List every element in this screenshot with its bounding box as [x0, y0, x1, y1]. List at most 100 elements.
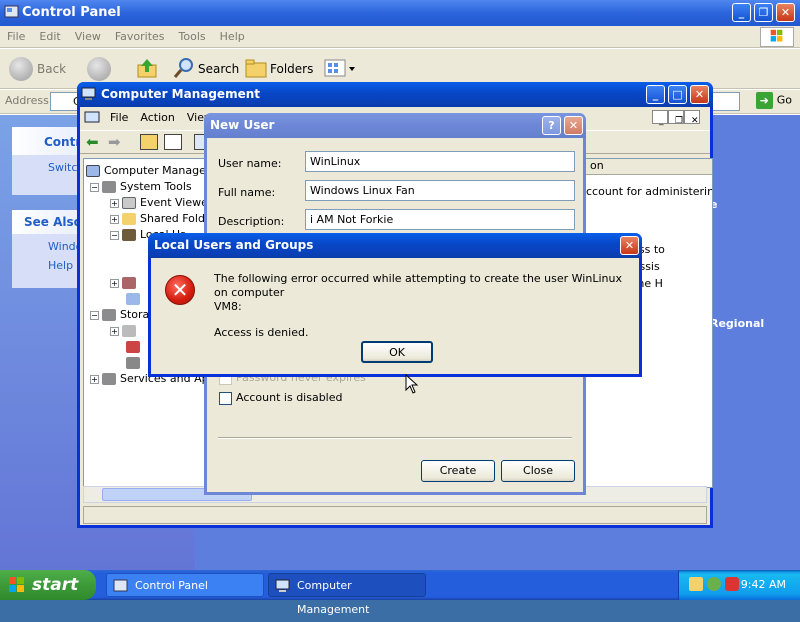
list-row[interactable]: ccount for administering th: [586, 185, 712, 198]
new-user-title: New User: [210, 118, 275, 132]
menu-help[interactable]: Help: [213, 26, 252, 47]
tree-shared-folders[interactable]: + Shared Folde: [110, 212, 208, 225]
description-input[interactable]: i AM Not Forkie: [305, 209, 575, 230]
forward-icon[interactable]: ➡: [108, 133, 121, 151]
new-user-titlebar[interactable]: New User ? ✕: [204, 113, 586, 138]
cm-menu-icon: [84, 111, 100, 123]
collapse-icon[interactable]: −: [90, 310, 99, 320]
tree-storage-label: Stora: [120, 308, 150, 321]
cm-mdi-controls[interactable]: _ ❐ ✕: [652, 110, 706, 126]
tree-device-manager[interactable]: [126, 292, 144, 305]
cm-menu-action[interactable]: Action: [134, 107, 180, 128]
fullname-input[interactable]: Windows Linux Fan: [305, 180, 575, 201]
restore-button[interactable]: ❐: [754, 3, 773, 22]
folders-button[interactable]: Folders: [270, 57, 313, 81]
account-disabled-checkbox[interactable]: Account is disabled: [219, 391, 343, 405]
folders-icon: [245, 59, 267, 78]
error-message-line3: Access is denied.: [214, 326, 309, 339]
views-icon[interactable]: [324, 59, 356, 79]
control-panel-task-icon: [113, 579, 128, 592]
menu-favorites[interactable]: Favorites: [108, 26, 172, 47]
taskbar-item-control-panel[interactable]: Control Panel: [106, 573, 264, 597]
taskbar-item-computer-management[interactable]: Computer Management: [268, 573, 426, 616]
mdi-close-icon[interactable]: ✕: [684, 110, 700, 126]
clock[interactable]: 9:42 AM: [741, 578, 786, 591]
cm-menu-file[interactable]: File: [104, 107, 134, 128]
computer-icon: [86, 165, 100, 177]
search-icon: [173, 58, 193, 78]
mdi-minimize-icon[interactable]: _: [652, 110, 668, 126]
separator: [218, 437, 572, 439]
tree-root-label: Computer Manageme: [104, 164, 207, 177]
tray-security-shield-icon[interactable]: [725, 577, 739, 591]
create-button[interactable]: Create: [421, 460, 495, 482]
tree-performance[interactable]: +: [110, 276, 140, 289]
account-disabled-label: Account is disabled: [236, 391, 343, 404]
menu-view[interactable]: View: [68, 26, 108, 47]
windows-flag-icon: [9, 577, 24, 592]
tree-defragmenter[interactable]: [126, 340, 144, 353]
help-button[interactable]: ?: [542, 116, 561, 135]
expand-icon[interactable]: +: [110, 198, 119, 208]
regional-item-label[interactable]: Regional: [710, 317, 764, 330]
up-one-level-icon[interactable]: [140, 134, 158, 150]
tree-event-viewer[interactable]: + Event Viewe: [110, 196, 207, 209]
tray-update-icon[interactable]: [707, 577, 721, 591]
tree-removable-storage[interactable]: +: [110, 324, 140, 337]
expand-icon[interactable]: +: [110, 326, 119, 336]
back-button[interactable]: Back: [37, 57, 66, 81]
new-user-close-x[interactable]: ✕: [564, 116, 583, 135]
up-folder-icon[interactable]: [136, 57, 158, 79]
start-button[interactable]: start: [0, 570, 96, 600]
tray-network-icon[interactable]: [689, 577, 703, 591]
expand-icon[interactable]: +: [110, 278, 119, 288]
cm-minimize-button[interactable]: _: [646, 85, 665, 104]
tree-system-tools[interactable]: − System Tools: [90, 180, 192, 193]
go-button[interactable]: ➜ Go: [755, 92, 792, 109]
menu-edit[interactable]: Edit: [32, 26, 67, 47]
forward-arrow-icon[interactable]: [87, 57, 111, 81]
minimize-button[interactable]: _: [732, 3, 751, 22]
disk-management-icon: [126, 357, 140, 369]
error-close-x[interactable]: ✕: [620, 236, 639, 255]
computer-management-title: Computer Management: [101, 87, 260, 101]
cm-close-button[interactable]: ✕: [690, 85, 709, 104]
tree-shared-folders-label: Shared Folde: [140, 212, 208, 225]
checkbox-box[interactable]: [219, 391, 232, 405]
computer-management-task-icon: [275, 579, 290, 592]
collapse-icon[interactable]: −: [110, 230, 119, 240]
collapse-icon[interactable]: −: [90, 182, 99, 192]
close-button[interactable]: Close: [501, 460, 575, 482]
tree-disk-management[interactable]: [126, 356, 144, 369]
error-message-line1: The following error occurred while attem…: [214, 272, 622, 299]
list-header-description[interactable]: on: [586, 159, 712, 175]
close-button[interactable]: ✕: [776, 3, 795, 22]
start-label: start: [32, 575, 79, 595]
menu-tools[interactable]: Tools: [172, 26, 213, 47]
performance-icon: [122, 277, 136, 289]
event-viewer-icon: [122, 197, 136, 209]
back-icon[interactable]: ⬅: [86, 133, 99, 151]
username-input[interactable]: WinLinux: [305, 151, 575, 172]
menu-file[interactable]: File: [0, 26, 32, 47]
taskbar-item-label: Computer Management: [297, 579, 370, 616]
storage-icon: [102, 309, 116, 321]
ok-button[interactable]: OK: [361, 341, 433, 363]
search-button[interactable]: Search: [198, 57, 239, 81]
mdi-restore-icon[interactable]: ❐: [668, 110, 684, 126]
taskbar-item-label: Control Panel: [135, 579, 208, 592]
back-arrow-icon[interactable]: [9, 57, 33, 81]
show-hide-tree-icon[interactable]: [164, 134, 182, 150]
control-panel-title: Control Panel: [22, 5, 121, 20]
computer-management-titlebar[interactable]: Computer Management _ □ ✕: [77, 82, 713, 107]
cm-maximize-button[interactable]: □: [668, 85, 687, 104]
control-panel-titlebar[interactable]: Control Panel _ ❐ ✕: [0, 0, 800, 26]
mouse-cursor-icon: [405, 374, 419, 394]
tree-root[interactable]: Computer Manageme: [86, 164, 207, 177]
error-dialog: Local Users and Groups ✕ ✕ The following…: [148, 233, 642, 377]
tree-storage[interactable]: − Stora: [90, 308, 149, 321]
status-bar: [83, 506, 707, 524]
expand-icon[interactable]: +: [110, 214, 119, 224]
expand-icon[interactable]: +: [90, 374, 99, 384]
error-dialog-titlebar[interactable]: Local Users and Groups ✕: [148, 233, 642, 258]
